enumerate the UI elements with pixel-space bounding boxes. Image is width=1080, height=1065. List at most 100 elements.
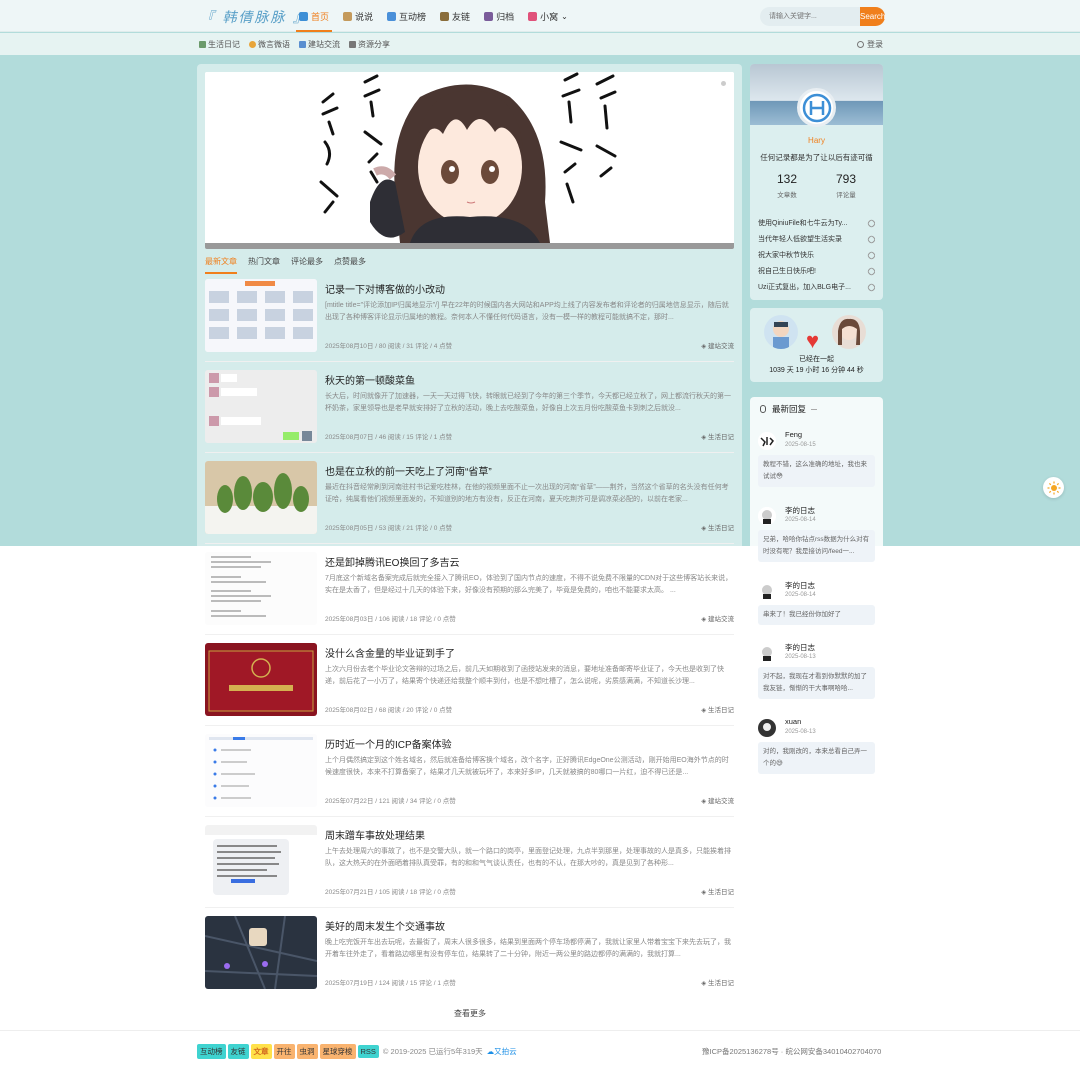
post-category[interactable]: ◈ 生活日记	[701, 431, 734, 441]
footer-badge[interactable]: 星球穿梭	[319, 1044, 356, 1059]
heart-icon	[528, 11, 538, 21]
together-duration: 1039 天 19 小时 16 分钟 44 秒	[769, 367, 864, 374]
post-category[interactable]: ◈ 生活日记	[701, 522, 734, 532]
home-icon	[299, 11, 308, 21]
tab-most-comments[interactable]: 评论最多	[291, 254, 323, 274]
post-title[interactable]: 还是卸掉腾讯EO换回了多吉云	[325, 554, 459, 569]
post-thumbnail[interactable]	[205, 370, 317, 443]
post-category[interactable]: ◈ 建站交流	[701, 613, 734, 623]
post-category[interactable]: ◈ 建站交流	[701, 795, 734, 805]
post-thumbnail[interactable]	[205, 643, 317, 716]
nav-item-links[interactable]: 友链	[433, 0, 477, 32]
commenter-name: 李的日志	[785, 643, 815, 652]
notepad-icon	[299, 40, 306, 48]
post-excerpt: 上次六月份去老个毕业论文答辩的过场之后，前几天如期收到了函授站发来的消息，要地址…	[325, 666, 724, 685]
stat-posts: 132 文章数	[776, 172, 798, 199]
comment-date: 2025-08-13	[785, 654, 816, 660]
post-thumbnail[interactable]	[205, 734, 317, 807]
post-item[interactable]: 美好的周末发生个交通事故 晚上吃完饭开车出去玩呢，去最街了，周末人很多很多，结果…	[205, 916, 734, 1000]
subnav-item-site[interactable]: 建站交流	[299, 39, 340, 50]
subnav-item-words[interactable]: 微言微语	[249, 39, 290, 50]
recent-post-link[interactable]: 当代年轻人低欲望生活实录	[758, 232, 875, 248]
post-item[interactable]: 秋天的第一顿酸菜鱼 长大后，时间就像开了加速器，一天一天过得飞快，转眼就已经到了…	[205, 370, 734, 454]
sub-nav: 生活日记 微言微语 建站交流 资源分享 登录	[0, 33, 1080, 55]
nav-item-nest[interactable]: 小窝 ⌄	[521, 0, 575, 32]
post-item[interactable]: 周末蹭车事故处理结果 上午去处理周六的事故了，也不是交警大队，就一个路口的岗亭，…	[205, 825, 734, 909]
link-icon	[866, 218, 875, 229]
search-box: Search	[760, 7, 886, 26]
nav-item-ranking[interactable]: 互动榜	[380, 0, 433, 32]
footer-badge[interactable]: 开往	[273, 1044, 295, 1059]
subnav-item-life[interactable]: 生活日记	[199, 39, 240, 50]
search-button[interactable]: Search	[860, 7, 886, 26]
main-content: 最新文章 热门文章 评论最多 点赞最多 记录一下对博客做的小改动 [mtitle…	[197, 64, 742, 998]
post-item[interactable]: 历时近一个月的ICP备案体验 上个月偶然搞定到这个姓名域名，然后就准备给博客换个…	[205, 734, 734, 818]
login-link[interactable]: 登录	[857, 39, 883, 50]
nav-item-archive[interactable]: 归档	[477, 0, 521, 32]
footer-badge[interactable]: 虫洞	[296, 1044, 318, 1059]
commenter-avatar	[758, 507, 776, 525]
nav-item-shuoshuo[interactable]: 说说	[336, 0, 380, 32]
post-thumbnail[interactable]	[205, 916, 317, 989]
post-meta: 2025年07月22日 / 121 阅读 / 34 评论 / 0 点赞	[325, 798, 456, 805]
footer-badge[interactable]: 互动榜	[197, 1044, 226, 1059]
post-excerpt: 长大后，时间就像开了加速器，一天一天过得飞快，转眼就已经到了今年的第三个季节，今…	[325, 393, 731, 412]
tab-most-likes[interactable]: 点赞最多	[334, 254, 366, 274]
footer-badge[interactable]: 友链	[227, 1044, 249, 1059]
post-title[interactable]: 秋天的第一顿酸菜鱼	[325, 372, 415, 387]
post-meta: 2025年07月19日 / 124 阅读 / 15 评论 / 1 点赞	[325, 980, 456, 987]
profile-name[interactable]: Hary	[750, 136, 883, 145]
post-title[interactable]: 周末蹭车事故处理结果	[325, 827, 425, 842]
avatar[interactable]	[797, 88, 836, 127]
footer-badge[interactable]: RSS	[357, 1045, 379, 1058]
post-title[interactable]: 没什么含金量的毕业证到手了	[325, 645, 455, 660]
load-more-button[interactable]: 查看更多	[438, 1005, 502, 1023]
icp-record[interactable]: 豫ICP备2025136278号 · 皖公网安备34010402704070	[702, 1046, 881, 1057]
post-excerpt: 最近在抖音经常刷到河南驻村书记爱吃桂林，在他的视频里面不止一次出现的河南“省草”…	[325, 484, 729, 503]
post-thumbnail[interactable]	[205, 552, 317, 625]
recent-post-link[interactable]: 祝自己生日快乐吧!	[758, 264, 875, 280]
banner-image[interactable]	[205, 72, 734, 249]
post-meta: 2025年08月10日 / 80 阅读 / 31 评论 / 4 点赞	[325, 343, 453, 350]
post-category[interactable]: ◈ 生活日记	[701, 977, 734, 987]
subnav-item-resources[interactable]: 资源分享	[349, 39, 390, 50]
layers-icon: ◈	[701, 980, 708, 987]
post-item[interactable]: 还是卸掉腾讯EO换回了多吉云 7月底这个新域名备案完成后就完全接入了腾讯EO，体…	[205, 552, 734, 636]
folder-icon	[349, 40, 356, 48]
post-title[interactable]: 美好的周末发生个交通事故	[325, 918, 445, 933]
post-meta: 2025年08月02日 / 68 阅读 / 20 评论 / 0 点赞	[325, 707, 453, 714]
post-category[interactable]: ◈ 建站交流	[701, 340, 734, 350]
cdn-logo[interactable]: ☁又拍云	[487, 1046, 517, 1057]
commenter-avatar	[758, 432, 776, 450]
recent-post-link[interactable]: 使用QiniuFile和七牛云为Ty...	[758, 216, 875, 232]
comment-date: 2025-08-15	[785, 442, 816, 448]
post-title[interactable]: 记录一下对博客做的小改动	[325, 281, 445, 296]
post-title[interactable]: 历时近一个月的ICP备案体验	[325, 736, 452, 751]
post-thumbnail[interactable]	[205, 279, 317, 352]
hourglass-icon	[343, 11, 353, 21]
tab-hot[interactable]: 热门文章	[248, 254, 280, 274]
footer-badge[interactable]: 文章	[250, 1044, 272, 1059]
recent-post-link[interactable]: 祝大家中秋节快乐	[758, 248, 875, 264]
recent-post-link[interactable]: Uzi正式复出，加入BLG电子...	[758, 280, 875, 296]
post-category[interactable]: ◈ 生活日记	[701, 704, 734, 714]
post-title[interactable]: 也是在立秋的前一天吃上了河南“省草”	[325, 463, 492, 478]
post-category[interactable]: ◈ 生活日记	[701, 886, 734, 896]
rank-icon	[387, 11, 397, 21]
post-thumbnail[interactable]	[205, 825, 317, 898]
post-thumbnail[interactable]	[205, 461, 317, 534]
banner-indicator[interactable]	[721, 81, 726, 86]
search-input[interactable]	[760, 7, 860, 26]
theme-toggle-sun-icon[interactable]	[1043, 477, 1064, 498]
tab-latest[interactable]: 最新文章	[205, 254, 237, 274]
layers-icon: ◈	[701, 798, 708, 805]
profile-motto: 任何记录都是为了让以后有迹可循	[760, 153, 873, 162]
post-item[interactable]: 记录一下对博客做的小改动 [mtitle title="评论添加IP归属地显示"…	[205, 279, 734, 363]
chat-screenshot	[205, 370, 317, 443]
post-item[interactable]: 也是在立秋的前一天吃上了河南“省草” 最近在抖音经常刷到河南驻村书记爱吃桂林，在…	[205, 461, 734, 545]
post-tabs: 最新文章 热门文章 评论最多 点赞最多	[205, 254, 377, 274]
nav-item-home[interactable]: 首页	[292, 0, 336, 32]
layers-icon: ◈	[701, 707, 708, 714]
commenter-name: xuan	[785, 717, 802, 726]
post-item[interactable]: 没什么含金量的毕业证到手了 上次六月份去老个毕业论文答辩的过场之后，前几天如期收…	[205, 643, 734, 727]
